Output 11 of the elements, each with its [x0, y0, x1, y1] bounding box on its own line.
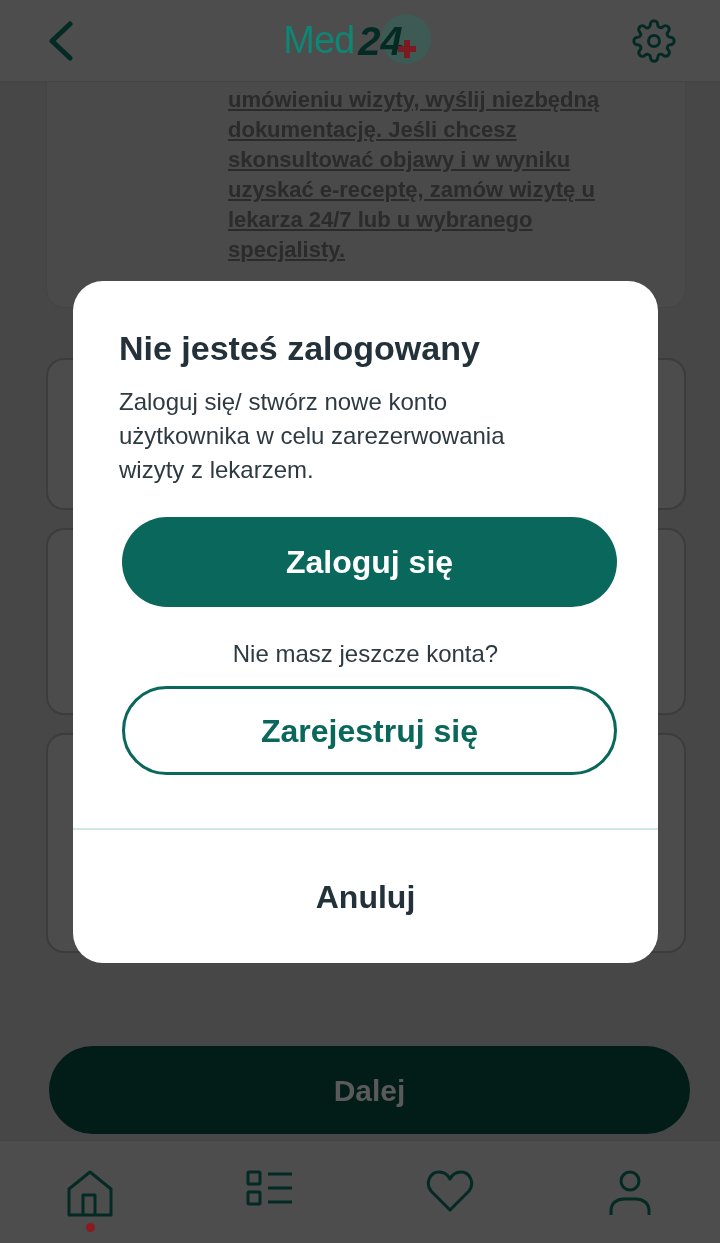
home-icon	[65, 1169, 115, 1219]
cancel-button[interactable]: Anuluj	[73, 830, 658, 963]
person-icon	[608, 1169, 652, 1217]
account-prompt: Nie masz jeszcze konta?	[231, 639, 500, 669]
settings-icon[interactable]	[632, 18, 676, 63]
list-icon	[246, 1169, 294, 1209]
heart-icon	[426, 1169, 474, 1213]
register-button[interactable]: Zarejestruj się	[122, 686, 617, 775]
dialog-message: Zaloguj się/ stwórz nowe konto użytkownika w celu zarezerwowania wizyty z lekarzem.	[119, 387, 506, 485]
dialog-title: Nie jesteś zalogowany	[119, 328, 481, 369]
login-button[interactable]: Zaloguj się	[122, 517, 617, 607]
